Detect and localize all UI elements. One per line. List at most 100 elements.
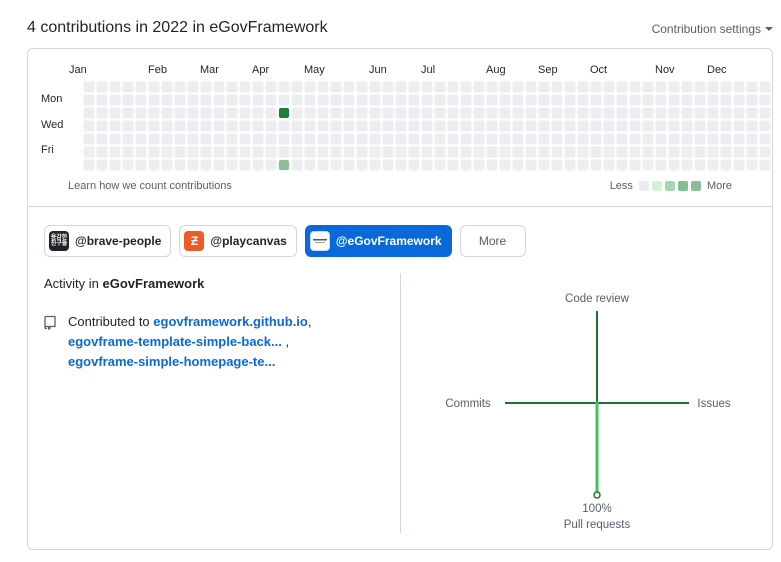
contribution-day-cell[interactable] <box>525 81 537 93</box>
contribution-day-cell[interactable] <box>369 94 381 106</box>
learn-contributions-link[interactable]: Learn how we count contributions <box>68 180 232 192</box>
contribution-day-cell[interactable] <box>174 120 186 132</box>
contribution-day-cell[interactable] <box>356 133 368 145</box>
contribution-day-cell[interactable] <box>681 120 693 132</box>
contribution-day-cell[interactable] <box>382 133 394 145</box>
contribution-day-cell[interactable] <box>421 81 433 93</box>
contribution-day-cell[interactable] <box>304 146 316 158</box>
contribution-day-cell[interactable] <box>655 81 667 93</box>
contribution-day-cell[interactable] <box>213 107 225 119</box>
contribution-day-cell[interactable] <box>369 107 381 119</box>
contribution-day-cell[interactable] <box>759 159 771 171</box>
contribution-day-cell[interactable] <box>473 146 485 158</box>
contribution-day-cell[interactable] <box>720 146 732 158</box>
contribution-day-cell[interactable] <box>668 133 680 145</box>
contribution-day-cell[interactable] <box>447 94 459 106</box>
contribution-day-cell[interactable] <box>356 146 368 158</box>
contribution-day-cell[interactable] <box>109 120 121 132</box>
contribution-day-cell[interactable] <box>109 81 121 93</box>
contribution-day-cell[interactable] <box>668 81 680 93</box>
contribution-day-cell[interactable] <box>434 81 446 93</box>
contribution-day-cell[interactable] <box>447 120 459 132</box>
contribution-day-cell[interactable] <box>226 146 238 158</box>
contribution-day-cell[interactable] <box>564 107 576 119</box>
contribution-day-cell[interactable] <box>356 107 368 119</box>
contribution-day-cell[interactable] <box>330 133 342 145</box>
contribution-day-cell[interactable] <box>759 133 771 145</box>
contribution-day-cell[interactable] <box>408 133 420 145</box>
contribution-day-cell[interactable] <box>408 146 420 158</box>
contribution-day-cell[interactable] <box>96 120 108 132</box>
contribution-day-cell[interactable] <box>590 159 602 171</box>
contribution-day-cell[interactable] <box>694 94 706 106</box>
contribution-day-cell[interactable] <box>642 159 654 171</box>
contribution-day-cell[interactable] <box>200 133 212 145</box>
contribution-day-cell[interactable] <box>733 94 745 106</box>
contribution-day-cell[interactable] <box>694 159 706 171</box>
contribution-day-cell[interactable] <box>317 146 329 158</box>
contribution-day-cell[interactable] <box>408 94 420 106</box>
contribution-day-cell[interactable] <box>473 120 485 132</box>
contribution-day-cell[interactable] <box>382 81 394 93</box>
contribution-day-cell[interactable] <box>447 159 459 171</box>
contribution-day-cell[interactable] <box>187 107 199 119</box>
contribution-day-cell[interactable] <box>382 159 394 171</box>
contribution-day-cell[interactable] <box>720 94 732 106</box>
contribution-day-cell[interactable] <box>174 146 186 158</box>
contribution-day-cell[interactable] <box>369 133 381 145</box>
contribution-day-cell[interactable] <box>668 120 680 132</box>
contribution-day-cell[interactable] <box>538 159 550 171</box>
contribution-day-cell[interactable] <box>525 94 537 106</box>
contribution-day-cell[interactable] <box>265 94 277 106</box>
contribution-day-cell[interactable] <box>161 146 173 158</box>
contribution-day-cell[interactable] <box>174 107 186 119</box>
contribution-day-cell[interactable] <box>330 94 342 106</box>
contribution-day-cell[interactable] <box>265 159 277 171</box>
contribution-day-cell[interactable] <box>642 133 654 145</box>
contribution-day-cell[interactable] <box>200 146 212 158</box>
contribution-day-cell[interactable] <box>538 94 550 106</box>
contribution-day-cell[interactable] <box>759 146 771 158</box>
contribution-day-cell[interactable] <box>460 94 472 106</box>
contribution-day-cell[interactable] <box>148 133 160 145</box>
contribution-day-cell[interactable] <box>317 120 329 132</box>
contribution-day-cell[interactable] <box>226 94 238 106</box>
contribution-day-cell[interactable] <box>135 81 147 93</box>
contribution-day-cell[interactable] <box>317 107 329 119</box>
contribution-day-cell[interactable] <box>226 159 238 171</box>
contribution-day-cell[interactable] <box>525 120 537 132</box>
contribution-day-cell[interactable] <box>174 81 186 93</box>
contribution-day-cell[interactable] <box>551 81 563 93</box>
contribution-day-cell[interactable] <box>252 94 264 106</box>
contribution-day-cell[interactable] <box>343 120 355 132</box>
contribution-day-cell[interactable] <box>213 133 225 145</box>
contribution-day-cell[interactable] <box>473 94 485 106</box>
contribution-day-cell[interactable] <box>200 94 212 106</box>
contribution-day-cell[interactable] <box>486 107 498 119</box>
contribution-day-cell[interactable] <box>356 94 368 106</box>
contribution-day-cell[interactable] <box>278 146 290 158</box>
contribution-day-cell[interactable] <box>200 107 212 119</box>
contribution-day-cell[interactable] <box>486 81 498 93</box>
contribution-day-cell[interactable] <box>434 120 446 132</box>
contribution-day-cell[interactable] <box>239 146 251 158</box>
contribution-day-cell[interactable] <box>252 146 264 158</box>
contribution-day-cell[interactable] <box>278 159 290 171</box>
contribution-day-cell[interactable] <box>720 81 732 93</box>
contribution-day-cell[interactable] <box>733 107 745 119</box>
contribution-day-cell[interactable] <box>330 159 342 171</box>
contribution-day-cell[interactable] <box>213 146 225 158</box>
contribution-day-cell[interactable] <box>278 94 290 106</box>
contribution-day-cell[interactable] <box>681 94 693 106</box>
contribution-day-cell[interactable] <box>603 120 615 132</box>
contribution-day-cell[interactable] <box>473 133 485 145</box>
contribution-day-cell[interactable] <box>434 94 446 106</box>
contribution-day-cell[interactable] <box>564 146 576 158</box>
contribution-day-cell[interactable] <box>525 146 537 158</box>
contribution-day-cell[interactable] <box>239 120 251 132</box>
contribution-day-cell[interactable] <box>551 133 563 145</box>
contribution-day-cell[interactable] <box>694 146 706 158</box>
contribution-day-cell[interactable] <box>291 81 303 93</box>
contribution-day-cell[interactable] <box>551 120 563 132</box>
contribution-day-cell[interactable] <box>330 146 342 158</box>
